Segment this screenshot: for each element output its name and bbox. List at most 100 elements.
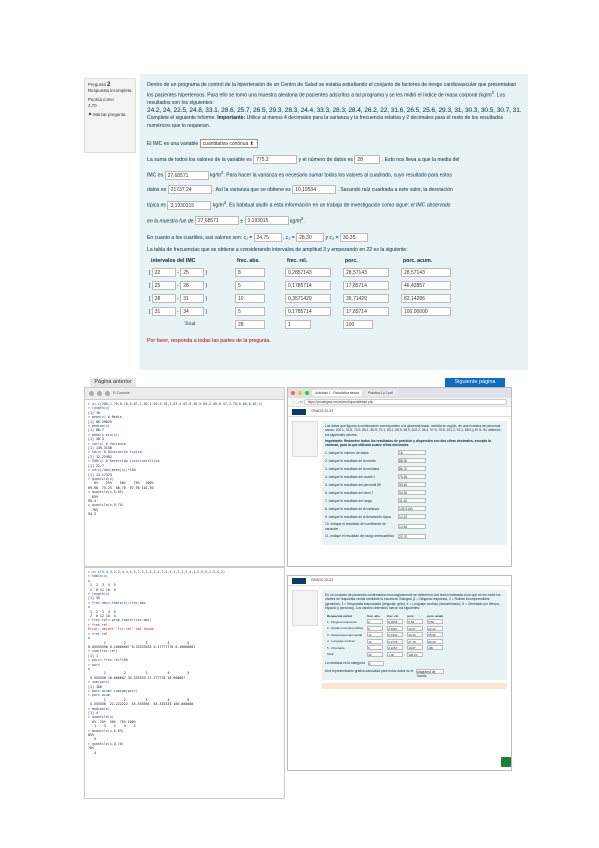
total-abs-input[interactable]: 36 — [367, 651, 384, 657]
interval-low-input[interactable]: 31 — [151, 307, 176, 317]
percent-input[interactable]: 16.67 — [407, 645, 424, 651]
rel-freq-input[interactable]: 0,2857143 — [285, 267, 331, 277]
chat-button[interactable] — [501, 757, 511, 767]
percent-input[interactable]: 17,85714 — [343, 307, 389, 317]
variance-input[interactable]: 10,19534 — [292, 184, 337, 194]
sd-input[interactable]: 3,1930315 — [167, 200, 212, 210]
abs-freq-input[interactable]: 2 — [367, 619, 384, 625]
abs-freq-input[interactable]: 6 — [367, 625, 384, 631]
forward-icon[interactable]: → — [296, 400, 299, 405]
cum-percent-input[interactable]: 5.56 — [427, 619, 444, 625]
total-rel-input[interactable]: 1 — [285, 320, 311, 330]
rel-freq-input[interactable]: 0,1785714 — [285, 307, 331, 317]
cum-percent-input[interactable]: 28,57143 — [401, 267, 451, 277]
percent-input[interactable]: 5.56 — [407, 619, 424, 625]
window-dot-icon[interactable] — [105, 391, 110, 396]
cum-percent-input[interactable]: 82,14286 — [401, 294, 451, 304]
interval-high-input[interactable]: 34 — [180, 307, 205, 317]
variable-type-label: El IMC es una variable — [147, 140, 199, 147]
cum-percent-input[interactable]: 22.22 — [427, 625, 444, 631]
percent-input[interactable]: 27.78 — [407, 638, 424, 644]
answer-input[interactable]: 31.40 — [398, 498, 426, 504]
answer-input[interactable]: 13.84 — [398, 524, 426, 530]
answer-input[interactable]: 99.40 — [398, 482, 426, 488]
total-abs-input[interactable]: 28 — [235, 320, 265, 330]
cum-percent-input[interactable]: 100 — [427, 645, 444, 651]
answer-input[interactable]: 149.3150 — [398, 506, 426, 512]
answer-input[interactable]: 22.70 — [398, 534, 426, 540]
c3-input[interactable]: 30,35 — [339, 232, 368, 242]
maximize-dot-icon[interactable] — [305, 391, 309, 395]
window-dot-icon[interactable] — [89, 391, 94, 396]
answer-input[interactable]: 88.30 — [398, 458, 426, 464]
rel-freq-input[interactable]: 0.1667 — [387, 645, 404, 651]
percent-input[interactable]: 17,85714 — [343, 281, 389, 290]
cum-percent-input[interactable]: 83.33 — [427, 638, 444, 644]
interval-high-input[interactable]: 31 — [180, 294, 205, 304]
course-label[interactable]: GRADO 22-23 — [311, 409, 333, 414]
next-page-button[interactable]: Siguiente página — [445, 378, 505, 387]
abs-freq-input[interactable]: 10 — [367, 638, 384, 644]
previous-page-button[interactable]: Página anterior — [90, 378, 136, 387]
abs-freq-input[interactable]: 10 — [235, 294, 265, 304]
abs-freq-input[interactable]: 5 — [235, 307, 265, 317]
c1-input[interactable]: 24,75 — [253, 232, 282, 242]
abs-freq-input[interactable]: 8 — [235, 267, 265, 277]
interval-high-input[interactable]: 28 — [180, 281, 205, 290]
total-rel-input[interactable]: 1.00 — [387, 651, 404, 657]
abs-freq-input[interactable]: 6 — [367, 645, 384, 651]
flag-question-link[interactable]: ⚑ Marcar pregunta — [88, 112, 132, 118]
total-label: Total — [327, 652, 334, 657]
table-row: [ 28 - 31 ) 10 0,3571429 35,71429 82,14286 — [147, 292, 459, 305]
n-input[interactable]: 28 — [354, 154, 381, 164]
plot-select[interactable]: diagrama de barras — [416, 668, 445, 678]
answer-label: 8. Indique el resultado de la varianza — [325, 506, 379, 511]
percent-input[interactable]: 28,57143 — [343, 267, 389, 277]
browser-tab[interactable]: Actividad 1 - Estadística básica — [312, 389, 363, 397]
variable-type-select[interactable]: cuantitativa continua ⬍ — [199, 138, 258, 148]
total-porc-input[interactable]: 100.00 — [407, 651, 424, 657]
percent-input[interactable]: 16.67 — [407, 625, 424, 631]
interval-high-input[interactable]: 25 — [180, 267, 205, 277]
browser-tab[interactable]: Práctica 1 y 2.pdf — [365, 389, 396, 397]
sumsq-input[interactable]: 21737,24 — [167, 184, 212, 194]
cum-percent-input[interactable]: 46,42857 — [401, 281, 451, 290]
minimize-dot-icon[interactable] — [298, 391, 302, 395]
interval-low-input[interactable]: 25 — [151, 281, 176, 290]
interval-low-input[interactable]: 22 — [151, 267, 176, 277]
course-label[interactable]: GRADO 22-23 — [311, 578, 333, 583]
interval-low-input[interactable]: 28 — [151, 294, 176, 304]
abs-freq-input[interactable]: 5 — [235, 281, 265, 290]
answer-input[interactable]: 94.30 — [398, 490, 426, 496]
percent-input[interactable]: 35,71429 — [343, 294, 389, 304]
rel-freq-input[interactable]: 0.3333 — [387, 632, 404, 638]
close-dot-icon[interactable] — [291, 391, 295, 395]
percent-input[interactable]: 33.33 — [407, 632, 424, 638]
answer-input[interactable]: 16 — [398, 450, 426, 456]
window-dot-icon[interactable] — [97, 391, 102, 396]
sample-sd-input[interactable]: 3,193015 — [244, 216, 289, 226]
mean-input[interactable]: 27,68571 — [164, 170, 209, 180]
rel-freq-input[interactable]: 0.0556 — [387, 619, 404, 625]
abs-freq-input[interactable]: 12 — [367, 632, 384, 638]
back-icon[interactable]: ← — [292, 400, 295, 405]
answer-input[interactable]: 12.22 — [398, 514, 426, 520]
url-field[interactable]: https://prodsigma.um.es/mod/quiz/attempt… — [303, 399, 507, 405]
rel-freq-input[interactable]: 0,3571429 — [285, 294, 331, 304]
plot-label: Una representación gráfica adecuada para… — [325, 668, 414, 673]
r-console-title: R Console — [113, 391, 130, 396]
sample-mean-input[interactable]: 27,68571 — [194, 216, 239, 226]
total-porc-input[interactable]: 100 — [343, 320, 373, 330]
median-select[interactable]: 4 — [367, 660, 384, 666]
rel-freq-input[interactable]: 0,1785714 — [285, 281, 331, 290]
rel-freq-input[interactable]: 0.2778 — [387, 638, 404, 644]
reload-icon[interactable]: ↻ — [300, 400, 303, 405]
console-line: 94.3 — [88, 512, 96, 517]
c2-input[interactable]: 28,30 — [296, 232, 325, 242]
cum-percent-input[interactable]: 55.56 — [427, 632, 444, 638]
rel-freq-input[interactable]: 0.1667 — [387, 625, 404, 631]
cum-percent-input[interactable]: 100,00000 — [401, 307, 451, 317]
answer-input[interactable]: 75.25 — [398, 474, 426, 480]
sum-input[interactable]: 775.2 — [253, 154, 298, 164]
answer-input[interactable]: 86.70 — [398, 466, 426, 472]
